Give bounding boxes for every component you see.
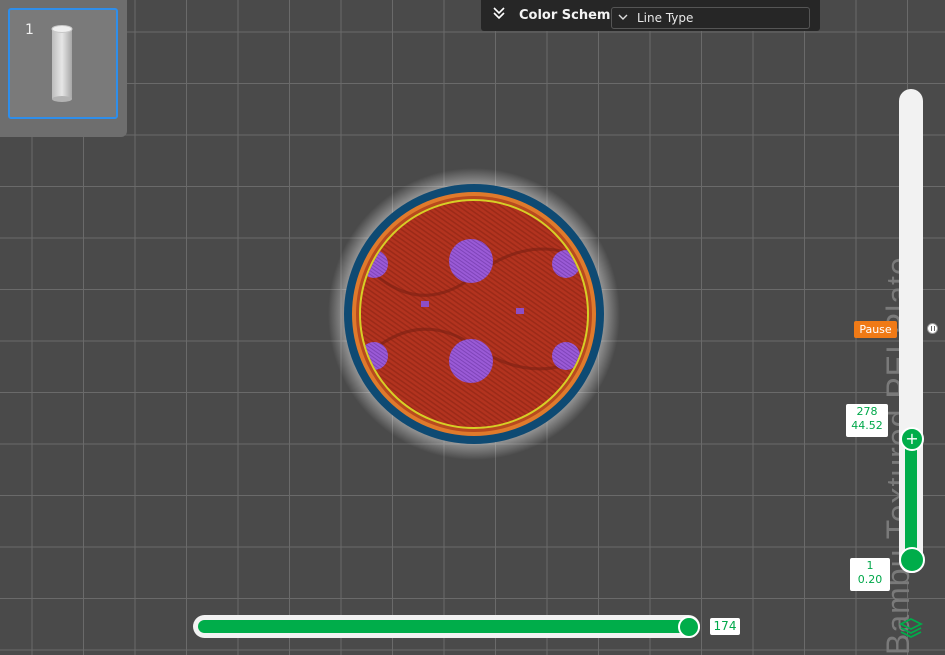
move-slider-value: 174 bbox=[710, 618, 740, 635]
color-scheme-dropdown[interactable]: Line Type bbox=[611, 7, 810, 29]
pause-marker-icon[interactable] bbox=[927, 323, 938, 334]
bottom-layer-handle[interactable] bbox=[899, 547, 925, 573]
plate-thumbnail[interactable]: 1 bbox=[8, 8, 118, 119]
bottom-layer-readout: 1 0.20 bbox=[850, 558, 890, 591]
collapse-legend-icon[interactable] bbox=[491, 5, 507, 25]
layers-icon[interactable] bbox=[898, 616, 924, 640]
move-slider-handle[interactable] bbox=[678, 616, 700, 638]
top-layer-readout: 278 44.52 bbox=[846, 404, 888, 437]
move-slider-fill bbox=[198, 620, 688, 633]
color-scheme-value: Line Type bbox=[637, 11, 694, 25]
support-island bbox=[449, 239, 493, 283]
cylinder-preview-icon bbox=[51, 25, 73, 102]
top-layer-handle[interactable]: + bbox=[900, 427, 924, 451]
color-scheme-bar: Color Scheme Line Type bbox=[481, 0, 820, 31]
inner-infill-area bbox=[361, 201, 587, 427]
plate-number: 1 bbox=[25, 22, 34, 38]
bottom-layer-number: 1 bbox=[866, 559, 874, 572]
pause-badge[interactable]: Pause bbox=[854, 321, 897, 338]
chevron-down-icon bbox=[617, 9, 629, 26]
color-scheme-label: Color Scheme bbox=[519, 8, 620, 23]
sliced-model-preview[interactable] bbox=[326, 166, 622, 462]
top-layer-height: 44.52 bbox=[851, 419, 883, 432]
layer-slider-fill bbox=[905, 437, 917, 561]
support-island bbox=[449, 339, 493, 383]
top-layer-number: 278 bbox=[856, 405, 878, 418]
bottom-layer-height: 0.20 bbox=[857, 573, 883, 586]
object-thumbnail-panel: 1 bbox=[0, 0, 127, 137]
